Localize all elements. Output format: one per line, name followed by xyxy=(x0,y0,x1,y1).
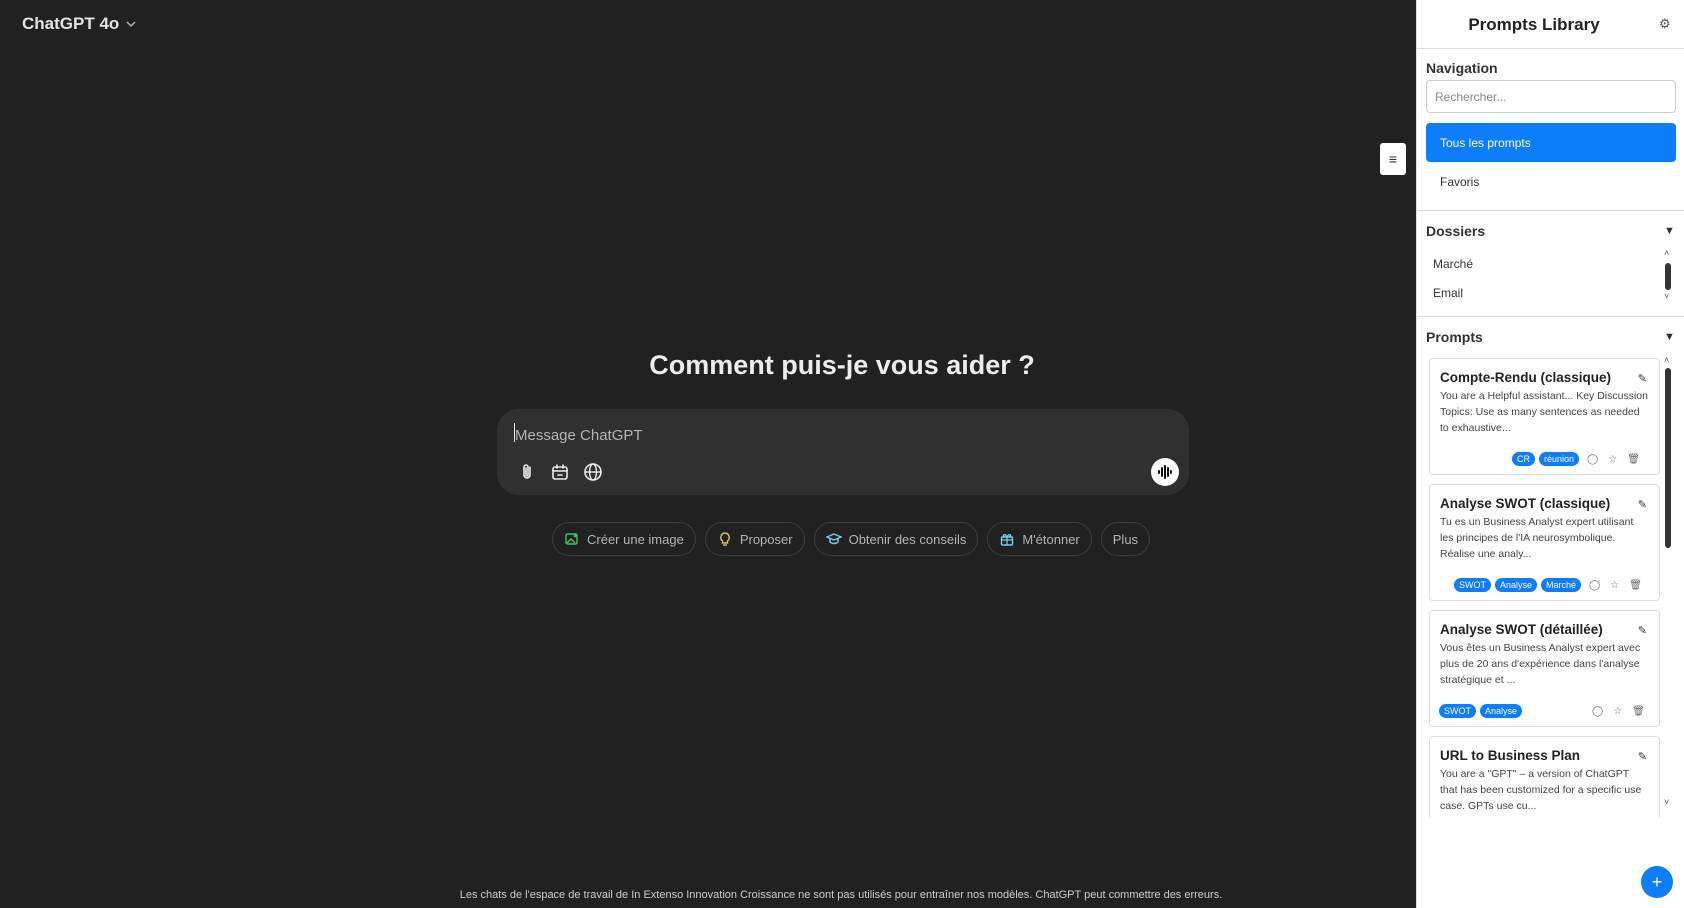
chip-more[interactable]: Plus xyxy=(1100,522,1151,556)
trash-icon[interactable]: 🗑 xyxy=(1632,706,1645,717)
lightbulb-icon xyxy=(719,532,730,546)
prompt-card[interactable]: Analyse SWOT (détaillée) ✎ Vous êtes un … xyxy=(1429,610,1660,727)
folders-collapse-icon[interactable]: ▼ xyxy=(1664,225,1675,237)
prompt-card-footer: SWOT Analyse ◯ ☆ 🗑 xyxy=(1430,704,1663,718)
folders-scroll-down-icon[interactable]: ˅ xyxy=(1664,291,1669,301)
prompt-description: You are a "GPT" – a version of ChatGPT t… xyxy=(1440,768,1642,812)
edit-icon[interactable]: ✎ xyxy=(1638,750,1647,763)
divider xyxy=(1417,48,1684,49)
chevron-down-icon xyxy=(126,21,136,28)
tag-badge[interactable]: Marché xyxy=(1541,578,1582,592)
edit-icon[interactable]: ✎ xyxy=(1638,624,1647,637)
tag-badge[interactable]: réunion xyxy=(1539,452,1580,466)
prompt-card-footer: SWOT Analyse Marché ◯ ☆ 🗑 xyxy=(1430,578,1663,592)
prompt-actions: ◯ ☆ 🗑 xyxy=(1589,580,1642,591)
chip-label: Plus xyxy=(1112,531,1139,547)
prompt-card-footer: CR réunion ◯ ☆ 🗑 xyxy=(1430,452,1663,466)
prompt-tags: CR réunion xyxy=(1512,452,1580,466)
prompt-search-input[interactable] xyxy=(1426,80,1676,113)
globe-icon xyxy=(584,463,602,481)
nav-item-all-prompts[interactable]: Tous les prompts xyxy=(1426,123,1676,162)
prompt-list: Compte-Rendu (classique) ✎ You are a Hel… xyxy=(1426,358,1663,818)
menu-icon: ≡ xyxy=(1388,151,1398,167)
prompt-tags: SWOT Analyse Marché xyxy=(1454,578,1582,592)
tag-badge[interactable]: SWOT xyxy=(1439,704,1476,718)
chip-get-advice[interactable]: Obtenir des conseils xyxy=(813,522,979,556)
tag-badge[interactable]: SWOT xyxy=(1454,578,1491,592)
chip-label: Obtenir des conseils xyxy=(848,531,967,547)
web-search-button[interactable] xyxy=(582,461,604,483)
prompt-card[interactable]: Compte-Rendu (classique) ✎ You are a Hel… xyxy=(1429,358,1660,475)
prompt-actions: ◯ ☆ 🗑 xyxy=(1587,454,1640,465)
text-caret xyxy=(514,423,515,442)
tools-button[interactable] xyxy=(549,461,571,483)
settings-icon[interactable]: ⚙ xyxy=(1659,16,1671,32)
prompts-scroll-down-icon[interactable]: ˅ xyxy=(1664,797,1669,807)
trash-icon[interactable]: 🗑 xyxy=(1627,454,1640,465)
edit-icon[interactable]: ✎ xyxy=(1638,498,1647,511)
add-prompt-button[interactable]: + xyxy=(1641,866,1673,898)
prompt-actions: ◯ ☆ 🗑 xyxy=(1592,706,1645,717)
tag-badge[interactable]: CR xyxy=(1512,452,1535,466)
image-icon xyxy=(565,533,578,545)
chip-create-image[interactable]: Créer une image xyxy=(552,522,696,556)
waveform-icon xyxy=(1158,465,1172,479)
nav-item-favorites[interactable]: Favoris xyxy=(1440,175,1479,189)
voice-mode-button[interactable] xyxy=(1151,458,1179,486)
prompts-scroll-up-icon[interactable]: ˄ xyxy=(1664,355,1669,365)
folders-scroll-up-icon[interactable]: ˄ xyxy=(1664,248,1669,258)
prompts-scrollbar[interactable] xyxy=(1665,368,1671,548)
suggestion-chips: Créer une image Proposer Obtenir des con… xyxy=(552,522,1151,556)
gift-icon xyxy=(1001,534,1014,546)
tag-badge[interactable]: Analyse xyxy=(1495,578,1538,592)
prompt-description: Vous êtes un Business Analyst expert ave… xyxy=(1440,642,1641,686)
paperclip-icon xyxy=(523,464,531,479)
chip-propose[interactable]: Proposer xyxy=(704,522,805,556)
panel-title: Prompts Library xyxy=(1468,15,1600,34)
folder-item[interactable]: Email xyxy=(1433,286,1463,300)
prompt-title: Analyse SWOT (classique) xyxy=(1440,496,1611,511)
divider xyxy=(1417,210,1684,211)
prompt-description: Tu es un Business Analyst expert utilisa… xyxy=(1440,516,1634,560)
prompts-collapse-icon[interactable]: ▼ xyxy=(1664,331,1675,343)
star-icon[interactable]: ☆ xyxy=(1608,454,1617,465)
graduation-cap-icon xyxy=(825,533,842,545)
chip-label: Proposer xyxy=(739,531,793,547)
prompt-title: Compte-Rendu (classique) xyxy=(1440,370,1612,385)
model-selector[interactable]: ChatGPT 4o xyxy=(22,14,137,34)
chip-label: M'étonner xyxy=(1022,531,1080,547)
navigation-label: Navigation xyxy=(1426,60,1498,76)
prompt-card[interactable]: Analyse SWOT (classique) ✎ Tu es un Busi… xyxy=(1429,484,1660,601)
disclaimer-text: Les chats de l'espace de travail de In E… xyxy=(459,889,1223,901)
divider xyxy=(1417,316,1684,317)
message-input[interactable] xyxy=(513,421,1137,449)
model-label: ChatGPT 4o xyxy=(22,14,120,33)
prompt-card[interactable]: URL to Business Plan ✎ You are a "GPT" –… xyxy=(1429,736,1660,818)
panel-header: Prompts Library ⚙ xyxy=(1417,0,1684,48)
edit-icon[interactable]: ✎ xyxy=(1638,372,1647,385)
plus-icon: + xyxy=(1651,871,1663,892)
star-icon[interactable]: ☆ xyxy=(1610,580,1619,591)
tag-badge[interactable]: Analyse xyxy=(1480,704,1523,718)
star-icon[interactable]: ☆ xyxy=(1613,706,1622,717)
prompts-label: Prompts xyxy=(1426,329,1483,345)
calendar-icon xyxy=(552,464,568,480)
folders-label: Dossiers xyxy=(1426,223,1486,239)
panel-toggle-button[interactable]: ≡ xyxy=(1380,143,1406,175)
folders-scrollbar[interactable] xyxy=(1665,263,1671,290)
chip-surprise-me[interactable]: M'étonner xyxy=(987,522,1092,556)
prompt-title: Analyse SWOT (détaillée) xyxy=(1440,622,1603,637)
chip-label: Créer une image xyxy=(587,531,684,547)
chat-main: ChatGPT 4o ≡ Comment puis-je vous aider … xyxy=(0,0,1416,908)
prompts-library-panel: Prompts Library ⚙ Navigation Tous les pr… xyxy=(1416,0,1684,908)
folder-item[interactable]: Marché xyxy=(1433,257,1473,271)
comment-icon[interactable]: ◯ xyxy=(1592,706,1603,717)
prompt-title: URL to Business Plan xyxy=(1440,748,1581,763)
comment-icon[interactable]: ◯ xyxy=(1587,454,1598,465)
attach-button[interactable] xyxy=(516,461,538,483)
comment-icon[interactable]: ◯ xyxy=(1589,580,1600,591)
prompt-description: You are a Helpful assistant... Key Discu… xyxy=(1440,390,1648,434)
trash-icon[interactable]: 🗑 xyxy=(1629,580,1642,591)
prompt-tags: SWOT Analyse xyxy=(1439,704,1523,718)
